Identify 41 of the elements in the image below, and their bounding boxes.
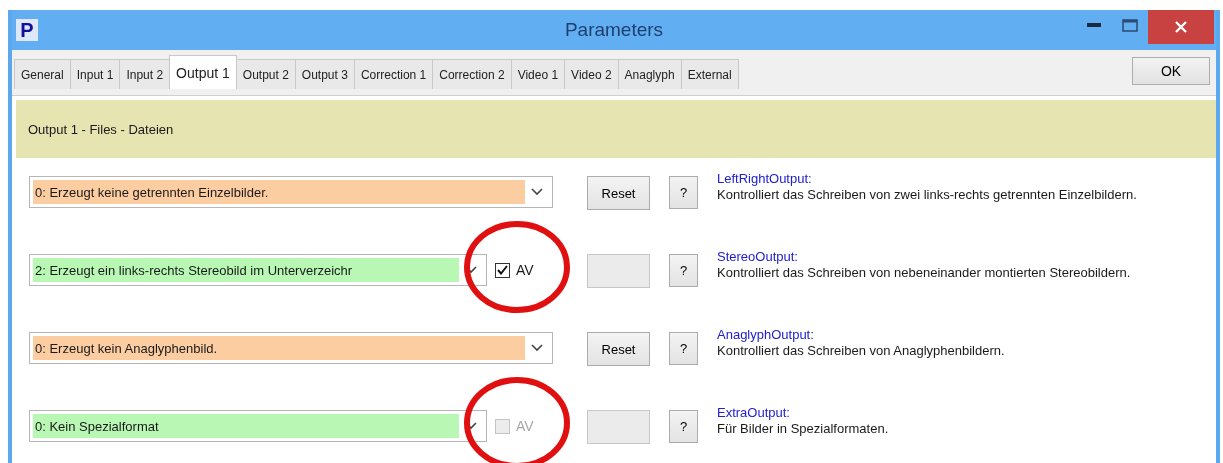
parameter-description: Kontrolliert das Schreiben von zwei links-rechts getrennten Einzelbildern. bbox=[717, 187, 1138, 203]
parameter-name: LeftRightOutput: bbox=[717, 171, 812, 187]
close-icon bbox=[1174, 20, 1188, 34]
tab[interactable]: Output 3 bbox=[294, 59, 355, 89]
tab[interactable]: General bbox=[14, 59, 71, 89]
chevron-icon bbox=[531, 188, 543, 196]
checkbox-label: AV bbox=[516, 418, 534, 434]
dropdown[interactable]: 0: Kein Spezialformat bbox=[29, 410, 487, 442]
window-title: Parameters bbox=[564, 19, 664, 40]
parameter-description: Kontrolliert das Schreiben von nebeneinander montierten Stereobildern. bbox=[717, 265, 1132, 281]
ok-button[interactable]: OK bbox=[1132, 57, 1210, 85]
checkbox[interactable] bbox=[495, 262, 510, 278]
reset-button[interactable]: Reset bbox=[587, 176, 650, 210]
parameter-description: Kontrolliert das Schreiben von Anaglyphenbildern. bbox=[717, 343, 1006, 359]
close-button[interactable] bbox=[1148, 10, 1214, 44]
tab[interactable]: Correction 2 bbox=[432, 59, 512, 89]
parameter-description: Für Bilder in Spezialformaten. bbox=[717, 421, 890, 437]
tab[interactable]: Output 2 bbox=[235, 59, 296, 89]
dropdown[interactable]: 0: Erzeugt keine getrennten Einzelbilder. bbox=[29, 176, 553, 208]
dropdown[interactable]: 0: Erzeugt kein Anaglyphenbild. bbox=[29, 332, 553, 364]
tab[interactable]: Video 2 bbox=[564, 59, 619, 89]
help-button[interactable]: ? bbox=[669, 410, 698, 443]
chevron-icon bbox=[531, 344, 543, 352]
tab[interactable]: Input 2 bbox=[119, 59, 171, 89]
section-title: Output 1 - Files - Dateien bbox=[28, 121, 174, 137]
parameter-name: ExtraOutput: bbox=[717, 405, 790, 421]
tab[interactable]: External bbox=[680, 59, 739, 89]
parameter-name: AnaglyphOutput: bbox=[717, 327, 814, 343]
tab[interactable]: Anaglyph bbox=[617, 59, 682, 89]
parameter-name: StereoOutput: bbox=[717, 249, 798, 265]
help-button[interactable]: ? bbox=[669, 332, 698, 365]
tab[interactable]: Output 1 bbox=[169, 55, 237, 89]
help-button[interactable]: ? bbox=[669, 254, 698, 287]
tab[interactable]: Video 1 bbox=[510, 59, 566, 89]
help-button[interactable]: ? bbox=[669, 176, 698, 209]
checkbox-label: AV bbox=[516, 262, 534, 278]
tab[interactable]: Input 1 bbox=[69, 59, 121, 89]
app-icon: P bbox=[16, 19, 38, 41]
dropdown[interactable]: 2: Erzeugt ein links-rechts Stereobild im Unterverzeichr bbox=[29, 254, 487, 286]
reset-button[interactable]: Reset bbox=[587, 332, 650, 366]
tab[interactable]: Correction 1 bbox=[353, 59, 434, 89]
